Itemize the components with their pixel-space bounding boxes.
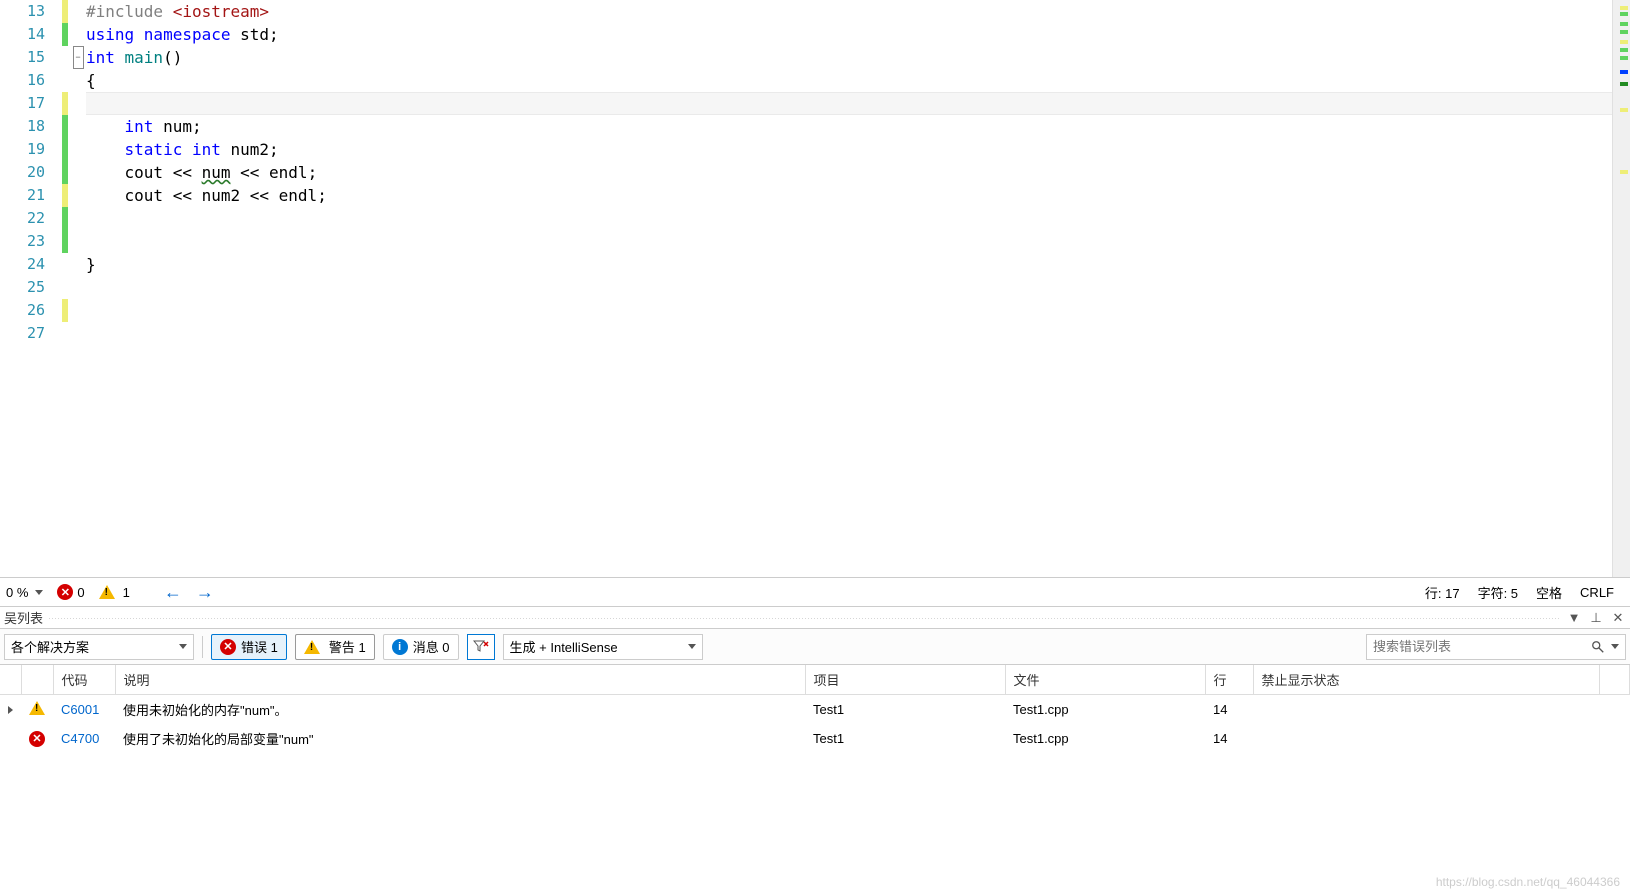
code-line[interactable] <box>86 322 1630 345</box>
zoom-level[interactable]: 0 % <box>6 585 43 600</box>
info-icon: i <box>392 639 408 655</box>
code-line[interactable] <box>86 276 1630 299</box>
search-input[interactable] <box>1373 639 1591 654</box>
line-number: 20 <box>0 161 59 184</box>
line-number: 17 <box>0 92 59 115</box>
change-bar <box>60 0 70 577</box>
col-description[interactable]: 说明 <box>115 665 805 695</box>
build-source-dropdown[interactable]: 生成 + IntelliSense <box>503 634 703 660</box>
cursor-column: 字符: 5 <box>1478 583 1518 602</box>
vertical-scrollbar[interactable] <box>1612 0 1630 577</box>
line-number: 16 <box>0 69 59 92</box>
nav-back-icon[interactable]: ← <box>164 582 182 603</box>
line-number: 23 <box>0 230 59 253</box>
col-file[interactable]: 文件 <box>1005 665 1205 695</box>
code-content[interactable]: #include <iostream>using namespace std;i… <box>86 0 1630 577</box>
col-line[interactable]: 行 <box>1205 665 1253 695</box>
code-line[interactable]: { <box>86 69 1630 92</box>
warnings-filter-button[interactable]: 警告 1 <box>295 634 375 660</box>
line-number-gutter: 131415161718192021222324252627 <box>0 0 60 577</box>
error-project: Test1 <box>805 695 1005 725</box>
search-error-list[interactable] <box>1366 634 1626 660</box>
error-code[interactable]: C6001 <box>61 702 99 717</box>
error-list-panel-header: 吴列表 ▼ ⊥ ✕ <box>0 607 1630 629</box>
error-description: 使用了未初始化的局部变量"num" <box>115 724 805 753</box>
panel-grip[interactable] <box>49 614 1560 622</box>
panel-title: 吴列表 <box>4 608 43 627</box>
error-row[interactable]: ✕ C4700 使用了未初始化的局部变量"num"Test1Test1.cpp14 <box>0 724 1630 753</box>
editor-status-bar: 0 % ✕0 1 ← → 行: 17 字符: 5 空格 CRLF <box>0 577 1630 607</box>
code-line[interactable]: int main() <box>86 46 1630 69</box>
outline-gutter: − <box>70 0 86 577</box>
warning-icon <box>99 585 115 599</box>
line-number: 18 <box>0 115 59 138</box>
col-project[interactable]: 项目 <box>805 665 1005 695</box>
line-number: 19 <box>0 138 59 161</box>
code-editor[interactable]: 131415161718192021222324252627 − #includ… <box>0 0 1630 577</box>
code-line[interactable] <box>86 207 1630 230</box>
error-list-toolbar: 各个解决方案 ✕ 错误 1 警告 1 i 消息 0 生成 + IntelliSe… <box>0 629 1630 665</box>
error-row[interactable]: C6001 使用未初始化的内存"num"。Test1Test1.cpp14 <box>0 695 1630 725</box>
code-line[interactable]: int num; <box>86 115 1630 138</box>
line-number: 15 <box>0 46 59 69</box>
warning-icon <box>304 640 320 654</box>
error-icon: ✕ <box>29 731 45 747</box>
error-icon: ✕ <box>57 584 73 600</box>
error-icon: ✕ <box>220 639 236 655</box>
errors-filter-button[interactable]: ✕ 错误 1 <box>211 634 287 660</box>
scope-dropdown[interactable]: 各个解决方案 <box>4 634 194 660</box>
pin-icon[interactable]: ⊥ <box>1588 610 1604 626</box>
code-line[interactable] <box>86 299 1630 322</box>
line-number: 21 <box>0 184 59 207</box>
code-line[interactable]: } <box>86 253 1630 276</box>
watermark: https://blog.csdn.net/qq_46044366 <box>1436 875 1620 889</box>
line-number: 26 <box>0 299 59 322</box>
line-number: 27 <box>0 322 59 345</box>
col-code[interactable]: 代码 <box>53 665 115 695</box>
eol-mode[interactable]: CRLF <box>1580 585 1614 600</box>
error-list-table: 代码 说明 项目 文件 行 禁止显示状态 C6001 使用未初始化的内存"num"… <box>0 665 1630 753</box>
line-number: 22 <box>0 207 59 230</box>
clear-filter-button[interactable] <box>467 634 495 660</box>
error-file: Test1.cpp <box>1005 724 1205 753</box>
code-line[interactable]: #include <iostream> <box>86 0 1630 23</box>
code-line[interactable]: static int num2; <box>86 138 1630 161</box>
error-description: 使用未初始化的内存"num"。 <box>115 695 805 725</box>
warning-icon <box>29 701 45 715</box>
indent-mode[interactable]: 空格 <box>1536 583 1562 602</box>
collapse-toggle[interactable]: − <box>73 46 84 69</box>
code-line[interactable]: cout << num2 << endl; <box>86 184 1630 207</box>
error-count[interactable]: ✕0 <box>57 584 84 600</box>
nav-forward-icon[interactable]: → <box>196 582 214 603</box>
close-icon[interactable]: ✕ <box>1610 610 1626 626</box>
line-number: 13 <box>0 0 59 23</box>
col-suppress[interactable]: 禁止显示状态 <box>1253 665 1600 695</box>
panel-dropdown-icon[interactable]: ▼ <box>1566 610 1582 626</box>
code-line[interactable]: cout << num << endl; <box>86 161 1630 184</box>
code-line[interactable] <box>86 92 1630 115</box>
error-project: Test1 <box>805 724 1005 753</box>
table-header-row: 代码 说明 项目 文件 行 禁止显示状态 <box>0 665 1630 695</box>
error-line: 14 <box>1205 724 1253 753</box>
search-icon <box>1591 640 1605 654</box>
error-line: 14 <box>1205 695 1253 725</box>
divider <box>202 636 203 658</box>
line-number: 14 <box>0 23 59 46</box>
code-line[interactable]: using namespace std; <box>86 23 1630 46</box>
code-line[interactable] <box>86 230 1630 253</box>
expand-icon[interactable] <box>8 706 13 714</box>
error-code[interactable]: C4700 <box>61 731 99 746</box>
messages-filter-button[interactable]: i 消息 0 <box>383 634 459 660</box>
line-number: 24 <box>0 253 59 276</box>
line-number: 25 <box>0 276 59 299</box>
warning-count[interactable]: 1 <box>99 585 130 600</box>
error-file: Test1.cpp <box>1005 695 1205 725</box>
cursor-line: 行: 17 <box>1425 583 1460 602</box>
